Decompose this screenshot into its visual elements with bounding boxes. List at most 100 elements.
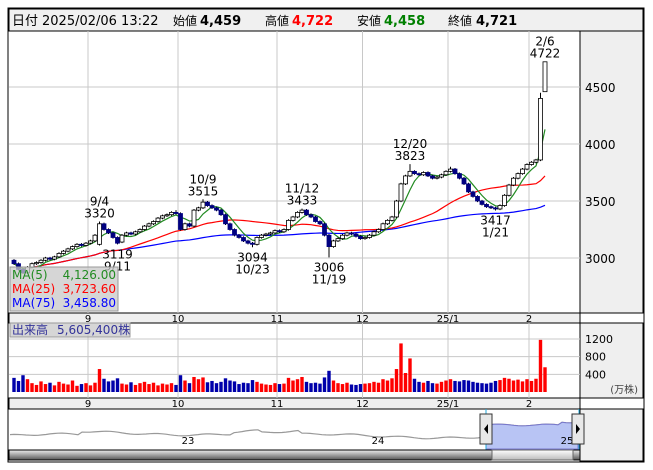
navigator-right-handle[interactable] — [571, 413, 585, 445]
candle-body — [128, 232, 134, 235]
candle-body — [223, 214, 228, 225]
navigator-left-handle[interactable] — [479, 413, 493, 445]
candle-body — [385, 219, 390, 225]
volume-bar — [480, 383, 484, 392]
candle-body — [493, 207, 498, 210]
candle-body — [227, 223, 233, 230]
volume-bar — [12, 377, 16, 392]
candle-body — [529, 161, 534, 165]
candle-body — [524, 164, 530, 170]
date-axis-strip — [8, 312, 581, 324]
volume-bar — [412, 378, 417, 392]
candle-body — [106, 229, 111, 234]
candle-body — [133, 231, 138, 235]
candle-body — [439, 174, 444, 178]
volume-unit: (万株) — [610, 383, 638, 396]
month-label: 11 — [271, 314, 284, 325]
volume-bar — [327, 370, 331, 392]
candle-body — [119, 234, 125, 243]
volume-bar — [336, 383, 340, 392]
month-label: 10 — [172, 399, 185, 410]
volume-bar — [543, 367, 547, 392]
candle-body — [326, 234, 332, 247]
candle-body — [398, 183, 404, 202]
volume-bar — [435, 383, 439, 392]
candle-body — [74, 243, 80, 248]
candle-body — [380, 223, 386, 230]
candle-body — [511, 177, 516, 186]
candle-body — [299, 209, 305, 213]
volume-bar — [340, 384, 345, 392]
volume-bar — [457, 381, 462, 392]
candle-body — [344, 232, 350, 236]
volume-bar — [399, 343, 403, 392]
volume-bar — [97, 369, 102, 392]
volume-bar — [255, 381, 259, 392]
volume-bar — [196, 379, 201, 392]
candle-body — [367, 234, 372, 238]
annotation-date: 11/19 — [312, 272, 347, 286]
volume-bar — [286, 377, 291, 392]
candle-body — [92, 234, 98, 242]
volume-bar — [507, 378, 511, 392]
volume-bar — [367, 383, 372, 392]
volume-bar — [138, 383, 142, 392]
volume-bar — [147, 384, 151, 392]
candle-body — [443, 170, 449, 176]
volume-bar — [151, 382, 156, 392]
volume-bar — [493, 380, 498, 392]
volume-bar — [268, 384, 273, 392]
volume-bar — [52, 385, 57, 392]
candle-body — [101, 223, 107, 230]
ma5-value: 4,126.00 — [63, 268, 116, 282]
candle-body — [241, 237, 246, 242]
volume-bar — [25, 379, 30, 392]
candle-body — [88, 240, 93, 244]
volume-bar — [448, 379, 453, 392]
candle-body — [56, 253, 62, 258]
candle-body — [340, 234, 345, 240]
candle-body — [205, 201, 210, 206]
volume-bar — [538, 339, 543, 392]
volume-bar — [511, 380, 516, 392]
volume-bar — [403, 373, 408, 392]
volume-bar — [165, 384, 169, 392]
candle-body — [484, 204, 489, 208]
price-tick-label: 4000 — [585, 138, 616, 152]
candle-body — [155, 217, 161, 222]
candle-body — [479, 200, 485, 205]
volume-bar — [385, 380, 390, 392]
candle-body — [83, 242, 89, 246]
high-label: 高値 — [265, 13, 289, 28]
candle-body — [394, 200, 399, 218]
date-axis-strip-2 — [8, 397, 581, 410]
volume-bar — [426, 380, 430, 392]
volume-bar — [484, 383, 489, 392]
scrollbar-thumb[interactable] — [491, 449, 574, 461]
volume-bar — [520, 381, 525, 392]
annotation-price: 3320 — [84, 207, 115, 221]
volume-bar — [93, 382, 97, 392]
candle-body — [70, 246, 75, 250]
volume-bar — [322, 377, 327, 392]
month-label: 10 — [172, 314, 185, 325]
volume-bar — [345, 382, 349, 392]
annotation-date: 1/21 — [482, 225, 509, 239]
volume-bar — [30, 383, 34, 392]
volume-bar — [183, 380, 187, 392]
volume-bar — [318, 383, 322, 392]
candle-body — [358, 235, 363, 240]
candle-body — [349, 232, 354, 235]
volume-bar — [210, 380, 214, 392]
candle-body — [232, 229, 237, 236]
volume-value: 5,605,400株 — [57, 322, 130, 337]
volume-bar — [169, 383, 174, 392]
candle-body — [43, 257, 48, 261]
candle-body — [110, 232, 116, 238]
candle-body — [322, 223, 327, 236]
volume-bar — [282, 383, 286, 392]
volume-bar — [39, 381, 43, 392]
volume-bar — [466, 380, 471, 392]
volume-bar — [376, 382, 381, 392]
volume-bar — [232, 381, 237, 392]
